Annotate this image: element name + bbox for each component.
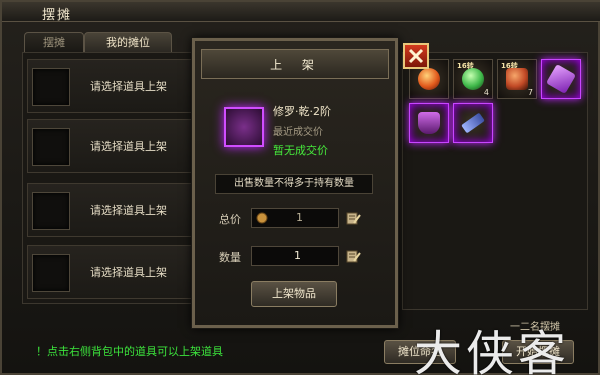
total-price-label: 总价 [219, 213, 241, 226]
list-item-dialog: 上 架 修罗·乾·2阶 最近成交价 暂无成交价 出售数量不得多于持有数量 总价 … [192, 38, 429, 328]
tab-stall[interactable]: 摆摊 [24, 32, 84, 52]
purple-helmet-icon [224, 107, 264, 147]
bag-item-green-orb[interactable]: 16转 4 [453, 59, 493, 99]
total-price-input[interactable]: 1 [251, 208, 339, 228]
watermark: 大侠客 [414, 326, 571, 375]
slot-label: 请选择道具上架 [90, 140, 167, 153]
coin-icon [256, 212, 268, 224]
bag-item-ore[interactable]: 16转 7 [497, 59, 537, 99]
purple-helmet-icon [418, 112, 440, 134]
ore-icon [506, 68, 528, 90]
stall-slot[interactable]: 请选择道具上架 [27, 119, 197, 173]
bag-item-purple-gem[interactable] [541, 59, 581, 99]
quantity-input[interactable]: 1 [251, 246, 339, 266]
dialog-header: 上 架 [201, 49, 389, 79]
slot-label: 请选择道具上架 [90, 80, 167, 93]
window-title: 摆摊 [42, 8, 73, 23]
dialog-title: 上 架 [270, 58, 322, 72]
list-item-button[interactable]: 上架物品 [251, 281, 337, 307]
empty-slot-icon [32, 68, 70, 106]
quantity-notice: 出售数量不得多于持有数量 [215, 174, 373, 194]
fire-orb-icon [418, 68, 440, 90]
bag-item-purple-helmet[interactable] [409, 103, 449, 143]
bag-item-blue-weapon[interactable] [453, 103, 493, 143]
empty-slot-icon [32, 254, 70, 292]
blue-weapon-icon [461, 112, 485, 134]
green-orb-icon [462, 68, 484, 90]
quantity-label: 数量 [219, 251, 241, 264]
item-count: 4 [483, 88, 489, 97]
last-price-label: 最近成交价 [273, 127, 323, 138]
no-trade-price: 暂无成交价 [273, 144, 328, 157]
empty-slot-icon [32, 128, 70, 166]
close-button[interactable] [403, 43, 429, 69]
total-price-value: 1 [296, 211, 303, 224]
backpack-panel: 16转 4 16转 7 [402, 52, 588, 310]
edit-icon[interactable] [345, 210, 361, 226]
purple-gem-icon [545, 63, 577, 95]
item-count: 7 [527, 88, 533, 97]
item-name: 修罗·乾·2阶 [273, 105, 331, 118]
edit-icon[interactable] [345, 248, 361, 264]
stall-slot[interactable]: 请选择道具上架 [27, 59, 197, 113]
empty-slot-icon [32, 192, 70, 230]
slot-label: 请选择道具上架 [90, 266, 167, 279]
title-bar: 摆摊 [2, 2, 600, 23]
stall-slot[interactable]: 请选择道具上架 [27, 183, 197, 237]
quantity-value: 1 [294, 249, 301, 262]
close-icon [408, 48, 424, 64]
stall-slot[interactable]: 请选择道具上架 [27, 245, 197, 299]
slot-label: 请选择道具上架 [90, 204, 167, 217]
stall-slot-list: 请选择道具上架 请选择道具上架 请选择道具上架 请选择道具上架 [22, 52, 202, 304]
tab-my-stall[interactable]: 我的摊位 [84, 32, 172, 52]
hint-text: ！点击右侧背包中的道具可以上架道具 [36, 345, 223, 358]
